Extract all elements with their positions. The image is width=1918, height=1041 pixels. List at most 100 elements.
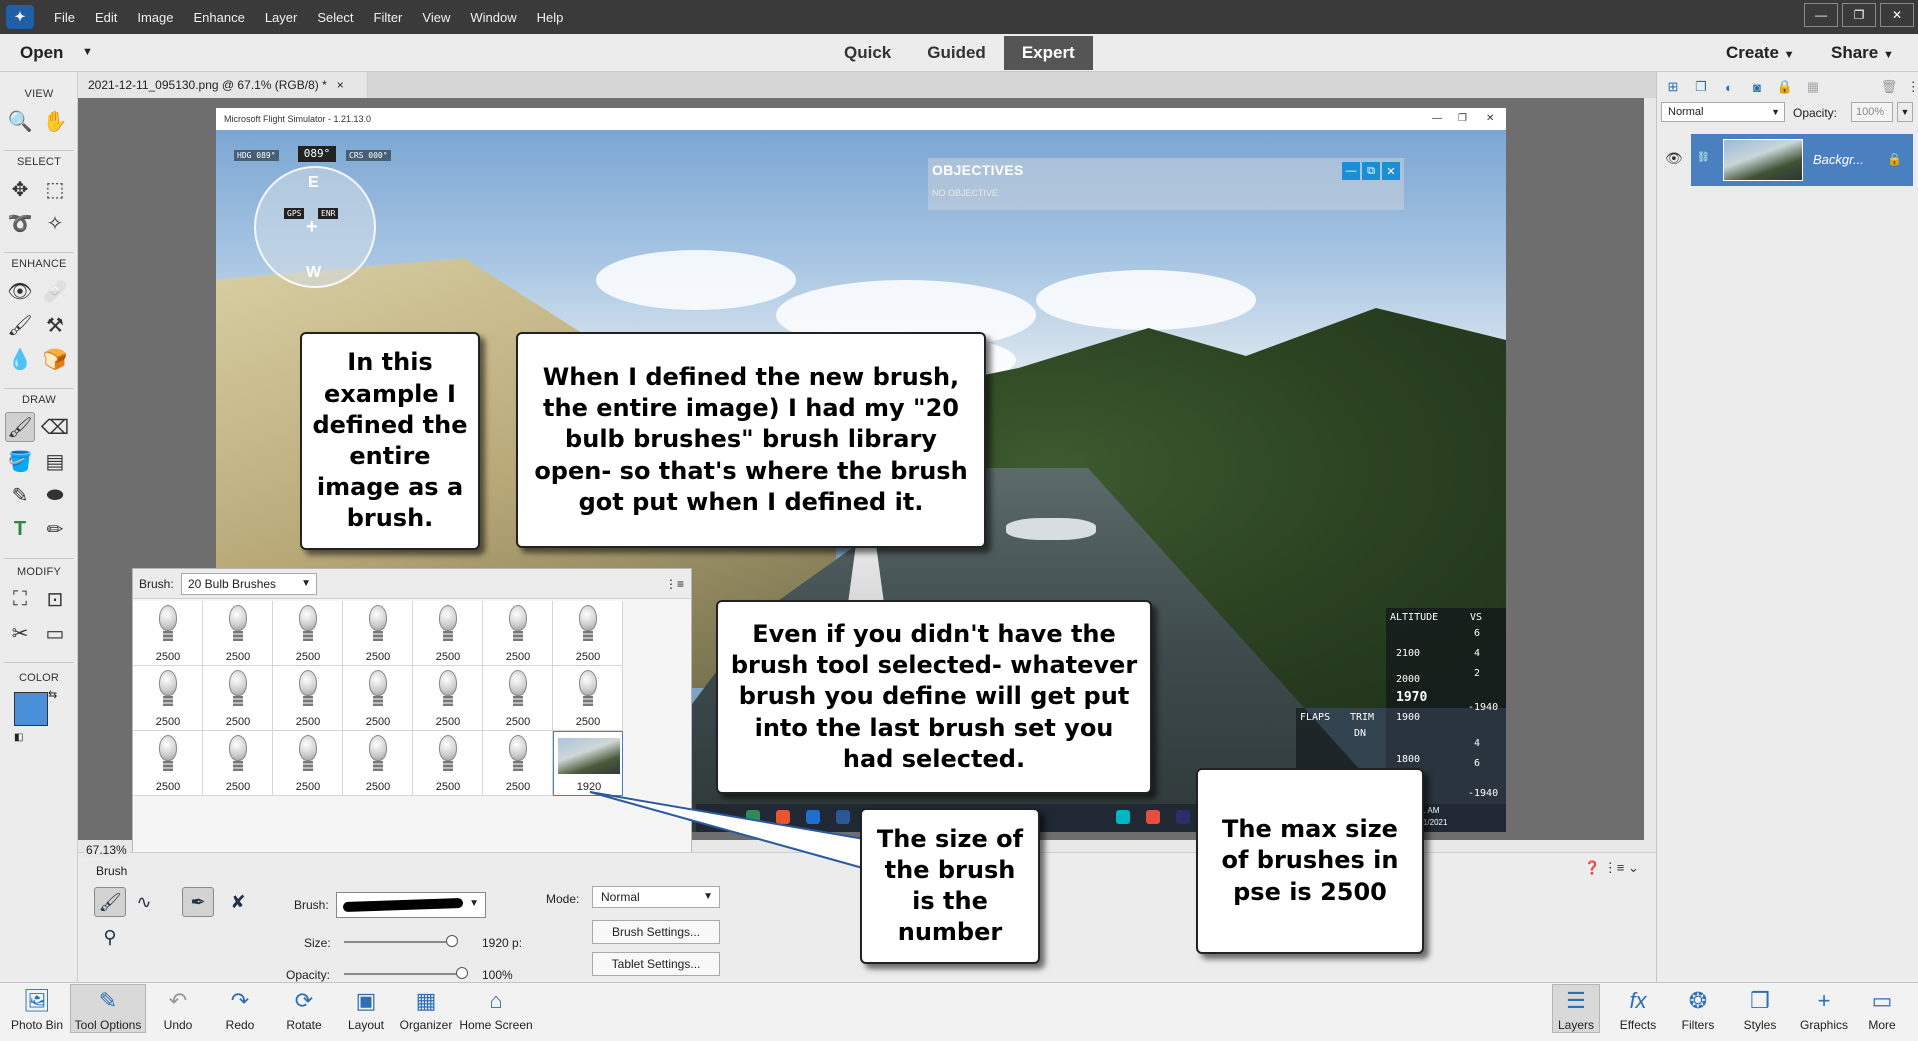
tablet-settings-button[interactable]: Tablet Settings... [592,952,720,976]
brush-cell[interactable]: 2500 [343,601,413,666]
document-tab[interactable]: 2021-12-11_095130.png @ 67.1% (RGB/8) * … [78,72,368,98]
adjustment-layer-icon[interactable]: ◐ [1719,78,1739,96]
tab-guided[interactable]: Guided [909,36,1004,70]
vertical-scrollbar[interactable] [1644,98,1656,840]
lock-icon[interactable]: 🔒 [1775,78,1795,96]
brush-cell[interactable]: 2500 [343,731,413,796]
airbrush-icon[interactable]: ✒ [182,887,214,917]
brush-library-select[interactable]: 20 Bulb Brushes ▼ [181,573,317,595]
layer-mask-icon[interactable]: ◙ [1747,78,1767,96]
lock-transparency-icon[interactable]: ▦ [1803,78,1823,96]
opacity-slider[interactable] [344,973,466,975]
menu-help[interactable]: Help [527,10,574,25]
brush-cell[interactable]: 2500 [553,601,623,666]
open-button[interactable]: Open [20,43,63,63]
brush-cell[interactable]: 2500 [343,666,413,731]
foreground-color-swatch[interactable] [14,692,48,726]
home-screen-button[interactable]: ⌂ Home Screen [458,987,534,1032]
filters-button[interactable]: ❂ Filters [1674,987,1722,1032]
smart-brush-icon[interactable]: 🖌 [5,310,35,340]
styles-button[interactable]: ❒ Styles [1736,987,1784,1032]
tab-expert[interactable]: Expert [1003,36,1093,70]
layers-button[interactable]: ☰ Layers [1552,984,1600,1033]
brush-cell[interactable]: 2500 [483,666,553,731]
brush-cell[interactable]: 2500 [203,601,273,666]
type-tool-icon[interactable]: T [5,514,35,544]
panel-menu-icon[interactable]: ⋮≡ [1907,78,1918,96]
paint-bucket-icon[interactable]: 🪣 [5,446,35,476]
menu-window[interactable]: Window [460,10,526,25]
zoom-tool-icon[interactable]: 🔍 [5,106,35,136]
new-group-icon[interactable]: ❐ [1691,78,1711,96]
eraser-tool-icon[interactable]: ⌫ [40,412,70,442]
recompose-tool-icon[interactable]: ⊡ [40,584,70,614]
marquee-tool-icon[interactable]: ⬚ [40,174,70,204]
brush-cell[interactable]: 2500 [483,601,553,666]
close-icon[interactable]: × [337,78,344,92]
create-button[interactable]: Create ▼ [1726,43,1795,63]
brush-preset-picker[interactable]: ▼ [336,892,486,918]
menu-image[interactable]: Image [127,10,183,25]
menu-filter[interactable]: Filter [364,10,413,25]
sponge-tool-icon[interactable]: 🍞 [40,344,70,374]
clone-stamp-icon[interactable]: ⚒ [40,310,70,340]
tool-options-button[interactable]: ✎ Tool Options [70,984,146,1033]
rotate-button[interactable]: ⟳ Rotate [280,987,328,1032]
new-layer-icon[interactable]: ⊞ [1663,78,1683,96]
minimize-icon[interactable]: — [1804,3,1838,27]
chevron-down-icon[interactable]: ▼ [82,46,93,58]
crop-tool-icon[interactable]: ⛶ [5,584,35,614]
brush-cell[interactable]: 2500 [273,666,343,731]
menu-select[interactable]: Select [307,10,363,25]
impressionist-brush-icon[interactable]: ∿ [128,887,160,917]
opacity-slider-knob[interactable] [456,967,468,979]
default-colors-icon[interactable]: ◧ [14,732,23,743]
content-aware-move-icon[interactable]: ✂ [5,618,35,648]
magic-wand-icon[interactable]: ✧ [40,208,70,238]
straighten-tool-icon[interactable]: ▭ [40,618,70,648]
eyedropper-icon[interactable]: ✎ [5,480,35,510]
brush-tool-icon[interactable]: 🖌 [5,412,35,442]
color-replacement-icon[interactable]: ⚲ [94,922,126,952]
brush-cell[interactable]: 2500 [413,666,483,731]
red-eye-tool-icon[interactable]: 👁 [5,276,35,306]
layout-button[interactable]: ▣ Layout [342,987,390,1032]
more-button[interactable]: ▭ More [1858,987,1906,1032]
brush-settings-icon[interactable]: ✘ [222,887,254,917]
brush-tool-option-icon[interactable]: 🖌 [94,887,126,917]
spot-healing-icon[interactable]: 🩹 [40,276,70,306]
chevron-down-icon[interactable]: ▼ [1897,102,1913,122]
menu-layer[interactable]: Layer [255,10,308,25]
swap-colors-icon[interactable]: ⇆ [48,688,57,701]
brush-cell[interactable]: 2500 [203,666,273,731]
brush-cell[interactable]: 2500 [273,601,343,666]
blend-mode-select[interactable]: Normal ▼ [1661,102,1785,122]
brush-cell[interactable]: 2500 [133,666,203,731]
graphics-button[interactable]: + Graphics [1794,987,1854,1032]
restore-icon[interactable]: ❐ [1842,3,1876,27]
brush-cell[interactable]: 2500 [133,601,203,666]
tab-quick[interactable]: Quick [826,36,909,70]
brush-cell[interactable]: 2500 [203,731,273,796]
pencil-tool-icon[interactable]: ✏ [40,514,70,544]
visibility-eye-icon[interactable]: 👁 [1665,150,1683,167]
blur-tool-icon[interactable]: 💧 [5,344,35,374]
redo-button[interactable]: ↷ Redo [218,987,262,1032]
brush-cell[interactable]: 2500 [553,666,623,731]
layer-row-background[interactable]: ⛓ Backgr... 🔒 [1691,134,1913,186]
brush-cell[interactable]: 2500 [273,731,343,796]
effects-button[interactable]: fx Effects [1614,987,1662,1032]
hand-tool-icon[interactable]: ✋ [40,106,70,136]
trash-icon[interactable]: 🗑 [1879,78,1899,96]
menu-view[interactable]: View [412,10,460,25]
size-slider[interactable] [344,941,456,943]
size-slider-knob[interactable] [446,935,458,947]
brush-cell[interactable]: 2500 [483,731,553,796]
brush-cell[interactable]: 2500 [413,731,483,796]
shape-tool-icon[interactable]: ⬬ [40,480,70,510]
brush-cell[interactable]: 2500 [133,731,203,796]
brush-settings-button[interactable]: Brush Settings... [592,920,720,944]
layer-opacity-input[interactable]: 100% [1851,102,1893,122]
panel-menu-icon[interactable]: ⋮≡ [665,577,684,591]
menu-enhance[interactable]: Enhance [184,10,255,25]
